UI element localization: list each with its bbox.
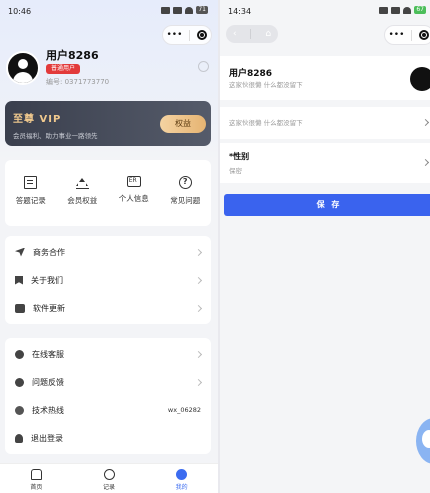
signal-icon — [173, 6, 183, 14]
menu-item-online-service[interactable]: 在线客服 — [5, 340, 211, 368]
home-icon[interactable]: ⌂ — [265, 29, 271, 39]
gender-label: *性别 — [229, 152, 250, 161]
tab-label: 记录 — [103, 484, 116, 491]
grid-label: 个人信息 — [118, 194, 149, 203]
menu-item-update[interactable]: 软件更新 — [5, 294, 211, 322]
edit-profile-screen: 14:34 67 ‹ ⌂ ••• 用户8286 这家伙很懒 什么都没留下 这家伙… — [220, 0, 430, 493]
id-card-icon — [126, 176, 141, 187]
status-time: 14:34 — [228, 7, 252, 16]
menu-label: 关于我们 — [31, 275, 63, 285]
circle-icon — [103, 469, 115, 480]
vip-rights-button[interactable]: 权益 — [160, 115, 206, 133]
close-target-icon[interactable] — [419, 30, 430, 40]
user-id: 编号: 0371773770 — [46, 78, 110, 86]
profile-screen: 10:46 71 ••• 用户8286 普通用户 编号: 0371773770 … — [0, 0, 218, 493]
menu-item-feedback[interactable]: 问题反馈 — [5, 368, 211, 396]
chat-icon — [15, 303, 25, 313]
wifi-icon — [185, 6, 194, 14]
gender-field[interactable]: *性别 保密 — [220, 143, 430, 183]
more-icon[interactable]: ••• — [389, 30, 405, 40]
profile-header[interactable]: 用户8286 这家伙很懒 什么都没留下 — [220, 56, 430, 100]
me-icon — [176, 469, 188, 480]
grid-label: 会员权益 — [67, 196, 98, 205]
status-bar: 10:46 71 — [0, 0, 218, 22]
nav-back-home[interactable]: ‹ ⌂ — [226, 25, 278, 43]
battery-icon: 71 — [196, 6, 208, 14]
miniprogram-capsule[interactable]: ••• — [162, 25, 212, 45]
menu-item-about[interactable]: 关于我们 — [5, 266, 211, 294]
tech-icon — [15, 405, 24, 415]
member-badge: 普通用户 — [46, 64, 81, 74]
bookmark-icon — [15, 275, 23, 285]
document-icon — [24, 176, 38, 189]
menu-label: 软件更新 — [33, 303, 65, 313]
chevron-right-icon — [194, 378, 203, 386]
tab-bar: 首页 记录 我的 — [0, 463, 218, 493]
signal-icon — [379, 6, 389, 14]
save-button[interactable]: 保 存 — [224, 194, 430, 216]
battery-icon: 67 — [414, 6, 426, 14]
customer-service-float-icon[interactable] — [416, 418, 430, 464]
hotline-value: wx_06282 — [167, 406, 201, 414]
grid-label: 常见问题 — [170, 196, 201, 205]
more-icon[interactable]: ••• — [167, 30, 183, 40]
vip-title: 至尊 VIP — [13, 114, 62, 125]
menu-label: 商务合作 — [33, 247, 65, 257]
menu-label: 技术热线 — [32, 405, 64, 415]
signature-input[interactable]: 这家伙很懒 什么都没留下 — [229, 117, 303, 127]
status-icons: 67 — [379, 6, 426, 14]
info-icon — [15, 377, 24, 387]
menu-group-1: 商务合作 关于我们 软件更新 — [5, 236, 211, 324]
grid-item-personal-info[interactable]: 个人信息 — [108, 160, 160, 226]
close-target-icon[interactable] — [197, 30, 208, 40]
edit-username: 用户8286 — [229, 69, 273, 79]
help-icon: ? — [178, 176, 192, 189]
menu-label: 问题反馈 — [32, 377, 64, 387]
chevron-right-icon — [194, 276, 203, 284]
signature-field[interactable]: 这家伙很懒 什么都没留下 — [220, 107, 430, 139]
crown-icon — [75, 176, 89, 189]
grid-item-records[interactable]: 答题记录 — [5, 160, 57, 226]
chevron-right-icon — [194, 350, 203, 358]
menu-group-2: 在线客服 问题反馈 技术热线 wx_06282 退出登录 — [5, 338, 211, 454]
tab-label: 我的 — [175, 484, 188, 491]
tab-label: 首页 — [30, 484, 43, 491]
agent-icon — [15, 349, 24, 359]
send-icon — [15, 247, 25, 257]
menu-label: 退出登录 — [31, 433, 63, 443]
chevron-right-icon — [194, 304, 203, 312]
vip-card[interactable]: 至尊 VIP 会员福利、助力事业一路领先 权益 — [5, 101, 211, 146]
grid-item-faq[interactable]: ? 常见问题 — [160, 160, 212, 226]
gender-value: 保密 — [229, 167, 242, 175]
menu-item-logout[interactable]: 退出登录 — [5, 424, 211, 452]
tab-me[interactable]: 我的 — [145, 464, 218, 493]
chevron-right-icon — [421, 158, 430, 167]
status-icons: 71 — [161, 6, 208, 14]
grid-item-member-rights[interactable]: 会员权益 — [57, 160, 109, 226]
chevron-right-icon — [194, 248, 203, 256]
user-icon — [15, 433, 23, 443]
status-time: 10:46 — [8, 7, 32, 16]
tab-home[interactable]: 首页 — [0, 464, 73, 493]
menu-item-hotline[interactable]: 技术热线 wx_06282 — [5, 396, 211, 424]
signal-icon — [391, 6, 401, 14]
signal-icon — [161, 6, 171, 14]
back-icon[interactable]: ‹ — [233, 29, 237, 39]
shortcut-grid: 答题记录 会员权益 个人信息 ? 常见问题 — [5, 160, 211, 226]
menu-label: 在线客服 — [32, 349, 64, 359]
home-icon — [30, 469, 42, 480]
username: 用户8286 — [46, 49, 99, 62]
edit-signature: 这家伙很懒 什么都没留下 — [229, 81, 303, 89]
miniprogram-capsule[interactable]: ••• — [384, 25, 430, 45]
chevron-right-icon — [421, 118, 430, 127]
wifi-icon — [403, 6, 412, 14]
status-bar: 14:34 67 — [220, 0, 430, 22]
avatar[interactable] — [6, 51, 40, 85]
edit-avatar[interactable] — [410, 67, 430, 91]
grid-label: 答题记录 — [15, 196, 46, 205]
settings-icon[interactable] — [198, 61, 209, 72]
tab-records[interactable]: 记录 — [73, 464, 146, 493]
vip-subtitle: 会员福利、助力事业一路领先 — [13, 132, 98, 140]
menu-item-business[interactable]: 商务合作 — [5, 238, 211, 266]
